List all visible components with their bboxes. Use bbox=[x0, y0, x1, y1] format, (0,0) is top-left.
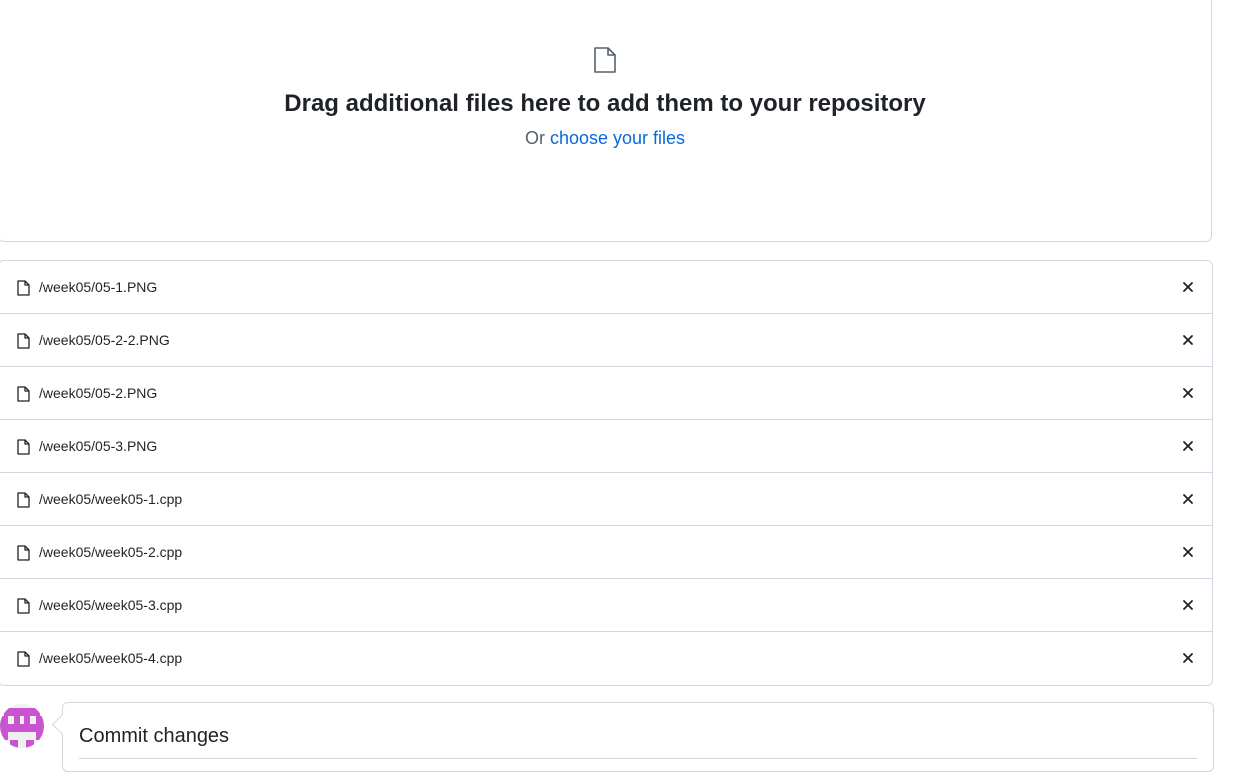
close-icon[interactable] bbox=[1181, 651, 1195, 665]
file-icon bbox=[17, 598, 30, 614]
file-row: /week05/week05-2.cpp bbox=[0, 526, 1212, 579]
file-name: /week05/05-2.PNG bbox=[39, 385, 158, 401]
file-name: /week05/05-3.PNG bbox=[39, 438, 158, 454]
commit-changes-panel: Commit changes bbox=[62, 702, 1214, 772]
avatar[interactable] bbox=[0, 704, 44, 748]
file-row: /week05/05-1.PNG bbox=[0, 261, 1212, 314]
file-name: /week05/week05-3.cpp bbox=[39, 597, 183, 613]
file-icon bbox=[17, 651, 30, 667]
dropzone-title: Drag additional files here to add them t… bbox=[284, 90, 926, 117]
file-row: /week05/05-3.PNG bbox=[0, 420, 1212, 473]
close-icon[interactable] bbox=[1181, 280, 1195, 294]
dropzone-subtitle: Or choose your files bbox=[0, 128, 1211, 149]
commit-title: Commit changes bbox=[79, 725, 230, 747]
file-name: /week05/week05-1.cpp bbox=[39, 491, 183, 507]
file-row: /week05/week05-3.cpp bbox=[0, 579, 1212, 632]
file-icon bbox=[17, 492, 30, 508]
close-icon[interactable] bbox=[1181, 492, 1195, 506]
or-text: Or bbox=[524, 128, 550, 148]
close-icon[interactable] bbox=[1181, 386, 1195, 400]
file-icon bbox=[17, 386, 30, 402]
file-icon bbox=[17, 545, 30, 561]
file-icon bbox=[17, 333, 30, 349]
file-name: /week05/week05-2.cpp bbox=[39, 544, 183, 560]
file-dropzone[interactable]: Drag additional files here to add them t… bbox=[0, 0, 1212, 242]
file-list: /week05/05-1.PNG/week05/05-2-2.PNG/week0… bbox=[0, 260, 1213, 686]
close-icon[interactable] bbox=[1181, 598, 1195, 612]
file-row: /week05/05-2-2.PNG bbox=[0, 314, 1212, 367]
file-name: /week05/05-2-2.PNG bbox=[39, 332, 170, 348]
close-icon[interactable] bbox=[1181, 439, 1195, 453]
file-icon bbox=[594, 47, 616, 73]
close-icon[interactable] bbox=[1181, 545, 1195, 559]
close-icon[interactable] bbox=[1181, 333, 1195, 347]
file-name: /week05/05-1.PNG bbox=[39, 279, 158, 295]
file-row: /week05/05-2.PNG bbox=[0, 367, 1212, 420]
file-row: /week05/week05-4.cpp bbox=[0, 632, 1212, 685]
file-icon bbox=[17, 280, 30, 296]
file-name: /week05/week05-4.cpp bbox=[39, 650, 183, 666]
file-icon bbox=[17, 439, 30, 455]
file-row: /week05/week05-1.cpp bbox=[0, 473, 1212, 526]
choose-files-link[interactable]: choose your files bbox=[550, 128, 685, 148]
